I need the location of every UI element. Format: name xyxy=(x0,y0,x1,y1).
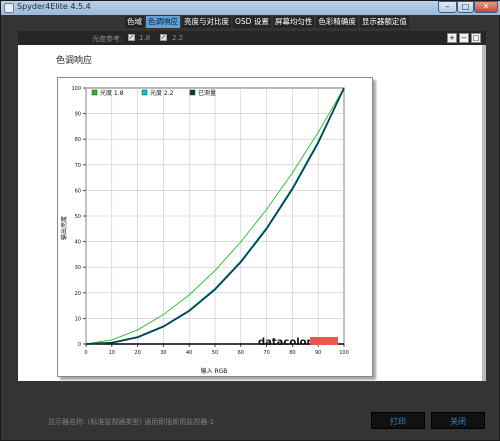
watermark-bar xyxy=(310,337,338,345)
x-tick-label: 30 xyxy=(160,350,166,356)
tab-color-accuracy[interactable]: 色彩精确度 xyxy=(316,16,358,28)
x-tick-label: 60 xyxy=(238,350,244,356)
report-page: 色调响应 0 10 20 30 40 50 60 70 80 90 100 0 10 20 30 40 50 60… xyxy=(18,45,482,381)
maximize-button[interactable]: □ xyxy=(457,1,474,13)
watermark-text: datacolor xyxy=(258,337,312,348)
x-tick-label: 40 xyxy=(186,350,192,356)
y-tick-label: 20 xyxy=(75,291,81,297)
app-window: Spyder4Elite 4.5.4 – □ ✕ 色域 色调响应 亮度与对比度 … xyxy=(0,0,500,441)
app-icon xyxy=(4,3,14,13)
datacolor-logo: datacolor xyxy=(258,337,338,348)
x-tick-label: 20 xyxy=(134,350,140,356)
y-tick-label: 70 xyxy=(75,163,81,169)
y-tick-label: 90 xyxy=(75,112,81,118)
close-button[interactable]: 关闭 xyxy=(431,412,485,429)
report-panel: 光度参考: ✓ 1.8 ✓ 2.2 + − □ 色调响应 0 10 20 30 40 50… xyxy=(18,31,486,381)
y-tick-label: 40 xyxy=(75,240,81,246)
tab-osd-settings[interactable]: OSD 设置 xyxy=(233,16,271,28)
y-tick-label: 100 xyxy=(71,86,81,92)
chart-card: 0 10 20 30 40 50 60 70 80 90 100 0 10 20 30 40 50 60 70 80 9… xyxy=(57,77,373,377)
x-tick-label: 80 xyxy=(289,350,295,356)
legend-label-3: 已测量 xyxy=(198,89,216,97)
gamma-22-label: 2.2 xyxy=(172,34,184,42)
vertical-scrollbar[interactable] xyxy=(482,45,486,381)
page-title: 色调响应 xyxy=(56,56,93,66)
legend-swatch-3 xyxy=(189,89,196,96)
close-window-button[interactable]: ✕ xyxy=(474,1,498,13)
y-tick-label: 80 xyxy=(75,137,81,143)
x-tick-label: 70 xyxy=(263,350,269,356)
y-axis-label: 输出亮度 xyxy=(60,216,68,240)
gamma-22-checkbox[interactable]: ✓ xyxy=(160,34,167,41)
zoom-out-icon[interactable]: − xyxy=(459,33,469,43)
y-tick-label: 30 xyxy=(75,265,81,271)
legend-swatch-1 xyxy=(91,89,98,96)
zoom-fit-icon[interactable]: □ xyxy=(471,33,481,43)
y-tick-label: 0 xyxy=(78,342,81,348)
tab-display-rating[interactable]: 显示器额定值 xyxy=(359,16,409,28)
x-tick-label: 0 xyxy=(84,350,87,356)
display-name-info: 显示器名称: (标准监视器类型) 通用即插即用监视器-1 xyxy=(48,418,215,426)
report-tabs: 色域 色调响应 亮度与对比度 OSD 设置 屏幕均匀性 色彩精确度 显示器额定值 xyxy=(125,16,411,28)
tone-response-chart: 0 10 20 30 40 50 60 70 80 90 100 0 10 20 30 40 50 60 70 80 9… xyxy=(60,86,349,375)
y-tick-label: 60 xyxy=(75,188,81,194)
minimize-button[interactable]: – xyxy=(438,1,457,13)
tab-gamut[interactable]: 色域 xyxy=(125,16,144,28)
zoom-in-icon[interactable]: + xyxy=(447,33,457,43)
y-tick-label: 50 xyxy=(75,214,81,220)
y-tick-label: 10 xyxy=(75,316,81,322)
legend-label-2: 光度 2.2 xyxy=(150,89,174,97)
gamma-reference-label: 光度参考: xyxy=(92,35,123,43)
tab-brightness-contrast[interactable]: 亮度与对比度 xyxy=(182,16,231,28)
print-button[interactable]: 打印 xyxy=(371,412,425,429)
x-tick-label: 100 xyxy=(339,350,349,356)
title-bar[interactable]: Spyder4Elite 4.5.4 – □ ✕ xyxy=(1,1,500,15)
window-title: Spyder4Elite 4.5.4 xyxy=(17,2,91,11)
tab-screen-uniformity[interactable]: 屏幕均匀性 xyxy=(272,16,315,28)
gamma-18-checkbox[interactable]: ✓ xyxy=(128,34,135,41)
legend-label-1: 光度 1.8 xyxy=(100,89,124,97)
chart-grid xyxy=(85,87,345,345)
x-tick-label: 10 xyxy=(109,350,115,356)
x-tick-label: 90 xyxy=(315,350,321,356)
gamma-18-label: 1.8 xyxy=(139,34,151,42)
report-toolbar: 光度参考: ✓ 1.8 ✓ 2.2 + − □ xyxy=(18,31,486,45)
tab-tone-response[interactable]: 色调响应 xyxy=(146,16,180,28)
x-tick-label: 50 xyxy=(212,350,218,356)
legend-swatch-2 xyxy=(141,89,148,96)
chart-legend: 光度 1.8 光度 2.2 已测量 xyxy=(91,89,216,97)
x-axis-label: 输入 RGB xyxy=(201,367,228,375)
